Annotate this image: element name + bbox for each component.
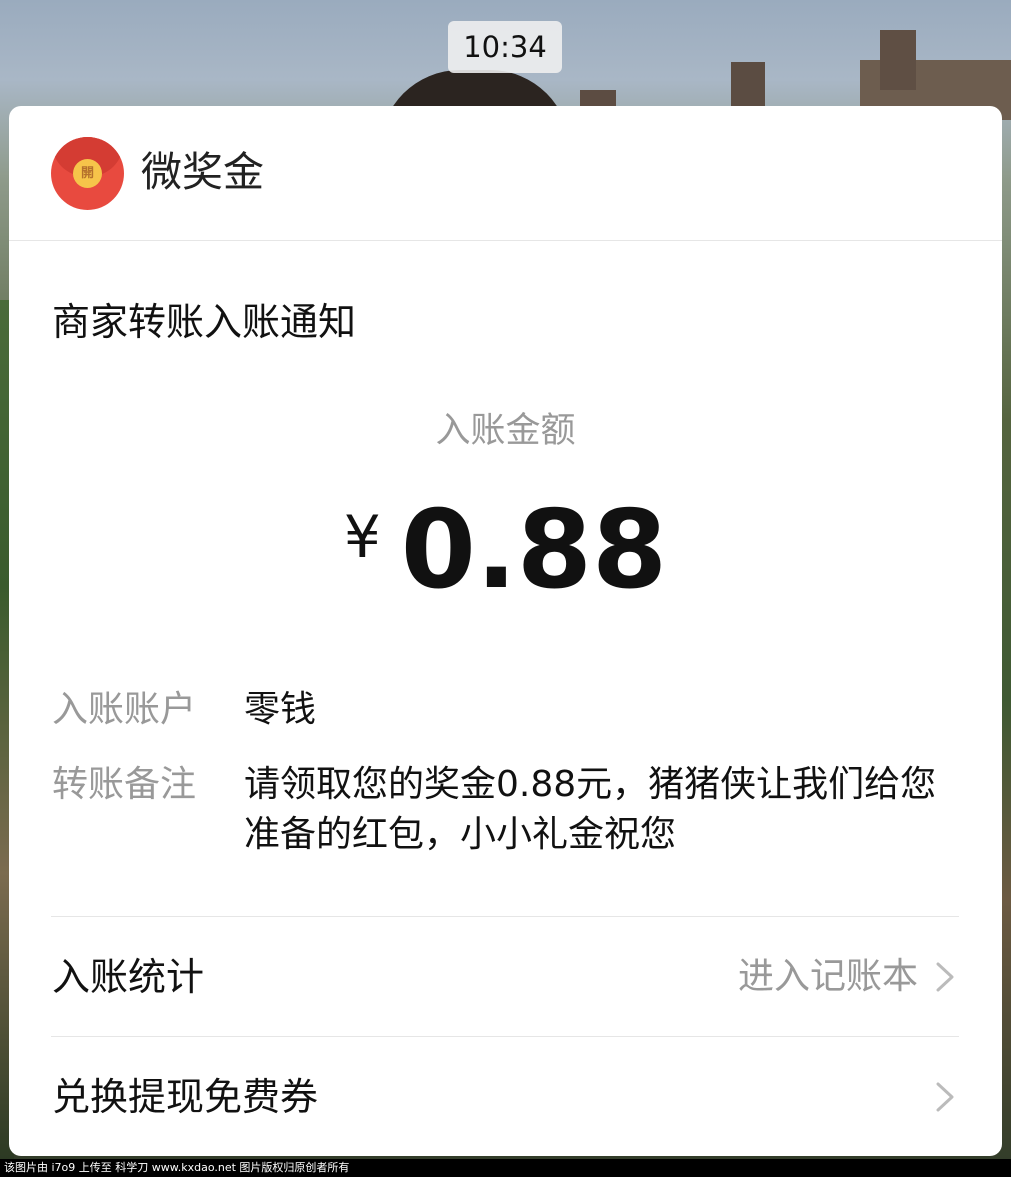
red-packet-seal: 開 <box>73 159 102 188</box>
detail-label: 入账账户 <box>52 689 197 730</box>
detail-value: 零钱 <box>244 689 317 730</box>
divider <box>51 916 959 917</box>
watermark-bar: 该图片由 i7o9 上传至 科学刀 www.kxdao.net 图片版权归原创者… <box>0 1159 1011 1177</box>
notification-title: 商家转账入账通知 <box>52 300 357 344</box>
app-name: 微奖金 <box>141 148 264 196</box>
open-ledger-link[interactable]: 进入记账本 <box>738 918 918 1036</box>
chevron-right-icon <box>936 962 954 992</box>
amount-display: ¥0.88 <box>9 491 1002 642</box>
amount-label: 入账金额 <box>435 411 576 451</box>
row-label: 兑换提现免费券 <box>52 1075 319 1119</box>
currency-symbol: ¥ <box>343 503 381 571</box>
background-chimney <box>880 30 916 90</box>
red-packet-icon: 開 <box>51 137 124 210</box>
row-label: 入账统计 <box>52 955 205 999</box>
divider <box>51 1036 959 1037</box>
notification-card[interactable]: 開 微奖金 商家转账入账通知 入账金额 ¥0.88 入账账户 零钱 转账备注 请… <box>9 106 1002 1156</box>
detail-label: 转账备注 <box>52 764 197 805</box>
row-income-statistics[interactable]: 入账统计 进入记账本 <box>9 918 1002 1036</box>
amount-value: 0.88 <box>400 488 668 613</box>
row-redeem-voucher[interactable]: 兑换提现免费券 <box>9 1038 1002 1156</box>
detail-value: 请领取您的奖金0.88元，猪猪侠让我们给您准备的红包，小小礼金祝您 <box>244 764 937 855</box>
chevron-right-icon <box>936 1082 954 1112</box>
notification-header: 開 微奖金 <box>9 106 1002 241</box>
status-time: 10:34 <box>448 21 562 73</box>
background-chimney <box>731 62 765 112</box>
